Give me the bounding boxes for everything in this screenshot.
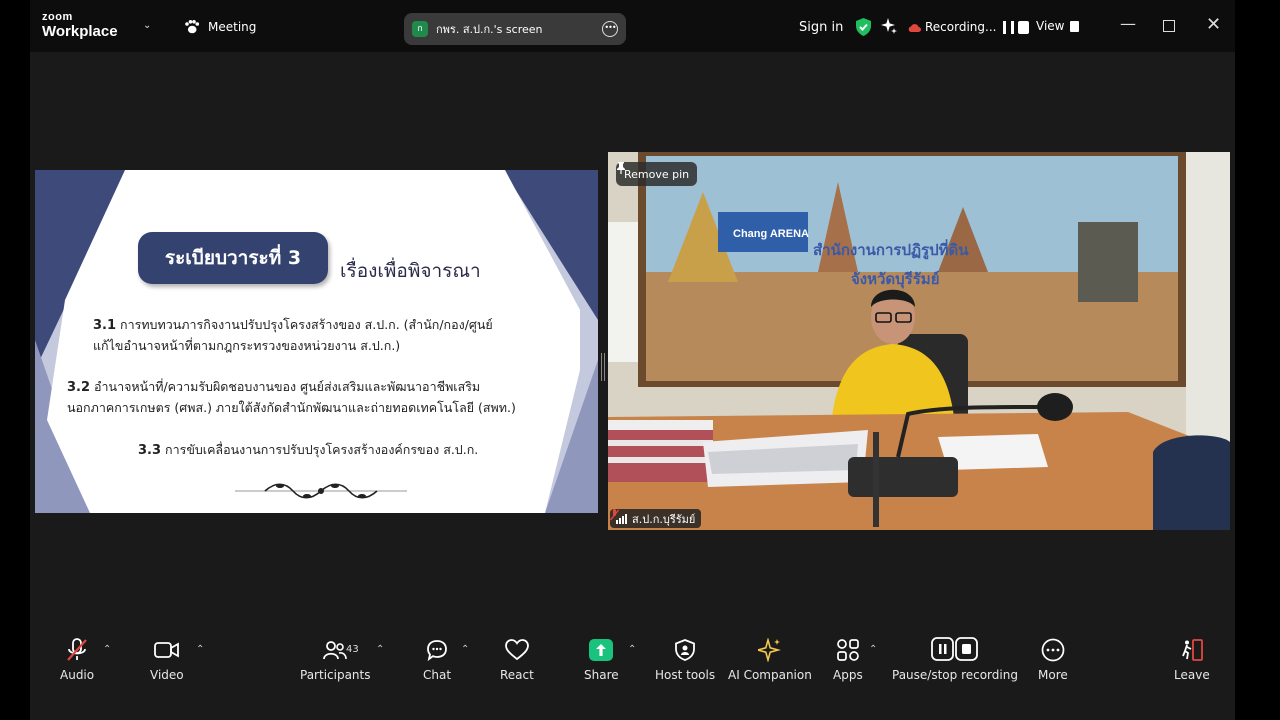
- chat-bubble-icon: [427, 640, 447, 661]
- cloud-recording-status[interactable]: Recording...: [908, 20, 1030, 34]
- react-button[interactable]: React: [500, 638, 534, 682]
- split-view-handle[interactable]: [601, 353, 605, 381]
- view-label: View: [1036, 19, 1065, 33]
- apps-label: Apps: [833, 668, 863, 682]
- view-layout-icon: [1070, 20, 1080, 32]
- zoom-window: zoom Workplace ⌄ Meeting ก กพร. ส.ป.ก.'s…: [30, 0, 1235, 720]
- shared-screen-pill[interactable]: ก กพร. ส.ป.ก.'s screen •••: [404, 13, 626, 45]
- participant-name: ส.ป.ก.บุรีรัมย์: [632, 512, 696, 526]
- remove-pin-button[interactable]: Remove pin: [616, 162, 698, 186]
- shared-screen-label: กพร. ส.ป.ก.'s screen: [436, 23, 543, 36]
- agenda-item-3-1: 3.1 การทบทวนภารกิจงานปรับปรุงโครงสร้างขอ…: [93, 315, 493, 356]
- chevron-down-icon[interactable]: ⌄: [143, 20, 151, 31]
- ai-companion-button[interactable]: AI Companion: [728, 638, 812, 682]
- decorative-divider: [235, 483, 407, 499]
- pause-stop-label: Pause/stop recording: [892, 668, 1018, 682]
- agenda-number-label: ระเบียบวาระที่ 3: [138, 232, 328, 284]
- agenda-item-3-2: 3.2 อำนาจหน้าที่/ความรับผิดชอบงานของ ศูน…: [67, 377, 516, 418]
- meeting-menu[interactable]: Meeting: [184, 20, 256, 34]
- share-options-caret-icon[interactable]: ⌃: [628, 644, 636, 655]
- video-label: Video: [150, 668, 184, 682]
- title-bar: zoom Workplace ⌄ Meeting ก กพร. ส.ป.ก.'s…: [30, 0, 1235, 52]
- meeting-toolbar: Audio ⌃ Video ⌃ Participants 43 ⌃ Chat ⌃…: [30, 628, 1235, 720]
- meeting-label: Meeting: [208, 20, 257, 34]
- host-shield-icon: [675, 639, 695, 661]
- host-tools-label: Host tools: [655, 668, 716, 682]
- participants-label: Participants: [300, 668, 371, 682]
- ai-companion-label: AI Companion: [728, 668, 812, 682]
- apps-grid-icon: [836, 639, 859, 661]
- stop-recording-icon[interactable]: [1018, 20, 1030, 34]
- mic-muted-icon: [67, 638, 87, 661]
- share-label: Share: [584, 668, 619, 682]
- remove-pin-label: Remove pin: [624, 167, 690, 181]
- leave-button[interactable]: Leave: [1174, 638, 1210, 682]
- zoom-logo[interactable]: zoom Workplace: [42, 11, 118, 40]
- video-button[interactable]: Video: [150, 638, 184, 682]
- chat-button[interactable]: Chat: [423, 638, 451, 682]
- item-number: 3.2: [67, 380, 91, 395]
- participants-options-caret-icon[interactable]: ⌃: [376, 644, 384, 655]
- item-text: อำนาจหน้าที่/ความรับผิดชอบงานของ ศูนย์ส่…: [94, 379, 481, 394]
- more-button[interactable]: More: [1038, 638, 1068, 682]
- share-screen-icon: [589, 639, 614, 661]
- item-text: การทบทวนภารกิจงานปรับปรุงโครงสร้างของ ส.…: [120, 317, 493, 332]
- more-dots-icon: [1041, 638, 1065, 662]
- item-text-line2: นอกภาคการเกษตร (ศพส.) ภายใต้สังกัดสำนักพ…: [67, 400, 516, 415]
- chat-options-caret-icon[interactable]: ⌃: [461, 644, 469, 655]
- apps-button[interactable]: Apps: [833, 638, 863, 682]
- logo-bottom: Workplace: [42, 23, 118, 40]
- view-menu[interactable]: View: [1036, 19, 1080, 33]
- agenda-item-3-3: 3.3 การขับเคลื่อนงานการปรับปรุงโครงสร้าง…: [138, 440, 478, 461]
- react-label: React: [500, 668, 534, 682]
- recording-label: Recording...: [925, 20, 997, 34]
- mic-muted-icon: [610, 509, 619, 521]
- video-options-caret-icon[interactable]: ⌃: [196, 644, 204, 655]
- chat-label: Chat: [423, 668, 452, 682]
- pinned-video-tile[interactable]: Chang ARENA สำนักงานการปฏิรูปที่ดิน จังห…: [608, 152, 1230, 530]
- share-button[interactable]: Share: [584, 638, 619, 682]
- sign-in-button[interactable]: Sign in: [799, 20, 843, 35]
- agenda-title: เรื่องเพื่อพิจารณา: [340, 260, 481, 282]
- leave-door-icon: [1182, 639, 1203, 661]
- arena-sign-text: Chang ARENA: [733, 228, 809, 240]
- host-tools-button[interactable]: Host tools: [655, 638, 715, 682]
- participants-icon: [323, 641, 348, 660]
- video-camera-icon: [153, 642, 179, 658]
- item-number: 3.3: [138, 443, 162, 458]
- leave-label: Leave: [1174, 668, 1210, 682]
- audio-label: Audio: [60, 668, 95, 682]
- video-feed: Chang ARENA สำนักงานการปฏิรูปที่ดิน จังห…: [608, 152, 1230, 530]
- item-text: การขับเคลื่อนงานการปรับปรุงโครงสร้างองค์…: [165, 442, 479, 457]
- maximize-button[interactable]: [1163, 20, 1175, 32]
- poster-banner-line2: จังหวัดบุรีรัมย์: [851, 270, 939, 289]
- shared-screen[interactable]: ระเบียบวาระที่ 3 เรื่องเพื่อพิจารณา 3.1 …: [35, 170, 598, 513]
- more-label: More: [1038, 668, 1068, 682]
- apps-options-caret-icon[interactable]: ⌃: [869, 644, 877, 655]
- encryption-shield-icon[interactable]: [856, 18, 871, 36]
- sharer-avatar: ก: [412, 21, 428, 37]
- cloud-icon: [908, 23, 921, 32]
- paw-icon: [185, 20, 200, 34]
- pin-icon: [617, 162, 625, 174]
- participants-button[interactable]: Participants: [300, 638, 371, 682]
- minimize-button[interactable]: —: [1120, 14, 1136, 33]
- close-window-button[interactable]: ✕: [1206, 14, 1221, 35]
- item-text-line2: แก้ไขอำนาจหน้าที่ตามกฎกระทรวงของหน่วยงาน…: [93, 338, 401, 353]
- more-options-icon[interactable]: •••: [602, 21, 618, 37]
- ai-companion-sparkle-icon: [757, 638, 781, 662]
- poster-banner-line1: สำนักงานการปฏิรูปที่ดิน: [813, 239, 969, 260]
- pause-stop-recording-icon: [931, 637, 978, 661]
- item-number: 3.1: [93, 318, 117, 333]
- logo-top: zoom: [42, 11, 73, 23]
- audio-options-caret-icon[interactable]: ⌃: [103, 644, 111, 655]
- heart-icon: [505, 639, 529, 661]
- pause-stop-recording-button[interactable]: Pause/stop recording: [892, 637, 1018, 682]
- audio-button[interactable]: Audio: [60, 638, 94, 682]
- ai-sparkle-icon[interactable]: [881, 18, 897, 34]
- participant-name-tag: ส.ป.ก.บุรีรัมย์: [610, 509, 702, 528]
- pause-recording-icon[interactable]: [1003, 20, 1015, 34]
- participants-count: 43: [346, 644, 359, 655]
